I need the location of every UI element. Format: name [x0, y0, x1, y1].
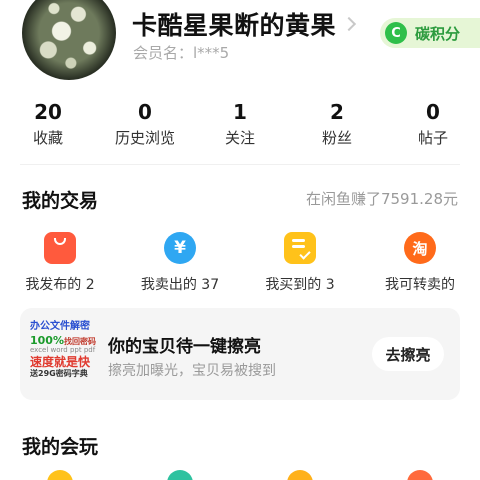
ad-line: excel word ppt pdf — [30, 346, 96, 355]
order-check-icon — [284, 232, 316, 264]
yen-icon: ¥ — [164, 232, 196, 264]
stat-value: 2 — [330, 100, 344, 124]
stat-label: 历史浏览 — [114, 129, 175, 147]
play-item-icon[interactable] — [47, 470, 73, 480]
carbon-icon: C — [385, 22, 407, 44]
chevron-right-icon — [341, 16, 357, 32]
trade-resellable[interactable]: 淘 我可转卖的 — [360, 232, 480, 294]
trade-sold[interactable]: ¥ 我卖出的 37 — [120, 232, 240, 294]
trade-label: 我卖出的 37 — [140, 277, 220, 293]
play-title: 我的会玩 — [22, 436, 99, 458]
carbon-points-label: 碳积分 — [415, 24, 461, 43]
taobao-icon: 淘 — [404, 232, 436, 264]
shopping-bag-icon — [44, 232, 76, 264]
play-item-icon[interactable] — [287, 470, 313, 480]
stats-row: 20 收藏 0 历史浏览 1 关注 2 粉丝 0 帖子 — [0, 100, 480, 152]
play-item-icon[interactable] — [167, 470, 193, 480]
avatar[interactable] — [22, 0, 116, 80]
stat-label: 收藏 — [32, 129, 63, 147]
trade-bought[interactable]: 我买到的 3 — [240, 232, 360, 294]
stat-value: 0 — [426, 100, 440, 124]
stat-favorites[interactable]: 20 收藏 — [0, 100, 98, 148]
earned-amount[interactable]: 在闲鱼赚了7591.28元 — [306, 188, 458, 209]
play-icons-row — [0, 470, 480, 480]
stat-value: 20 — [34, 100, 62, 124]
ad-line-pct: 100% — [30, 333, 64, 347]
trade-label: 我买到的 3 — [265, 277, 335, 293]
stat-posts[interactable]: 0 帖子 — [383, 100, 480, 148]
ad-line: 送29G密码字典 — [30, 368, 88, 378]
stat-following[interactable]: 1 关注 — [190, 100, 290, 148]
polish-button[interactable]: 去擦亮 — [372, 337, 444, 371]
stat-label: 帖子 — [417, 129, 448, 147]
stat-value: 1 — [233, 100, 247, 124]
polish-promo-card[interactable]: 办公文件解密 100%找回密码 excel word ppt pdf 速度就是快… — [20, 308, 460, 400]
promo-ad-image: 办公文件解密 100%找回密码 excel word ppt pdf 速度就是快… — [30, 321, 118, 388]
trade-label: 我可转卖的 — [385, 277, 455, 293]
divider — [20, 164, 460, 165]
trade-label: 我发布的 2 — [25, 277, 95, 293]
profile-name-row[interactable]: 卡酷星果断的黄果 — [132, 6, 357, 42]
promo-title: 你的宝贝待一键擦亮 — [108, 337, 261, 357]
nickname: 卡酷星果断的黄果 — [132, 11, 337, 40]
promo-subtitle: 擦亮加曝光，宝贝易被搜到 — [108, 363, 276, 379]
stat-label: 粉丝 — [321, 129, 352, 147]
trade-published[interactable]: 我发布的 2 — [0, 232, 120, 294]
ad-line: 办公文件解密 — [30, 321, 90, 332]
trades-title: 我的交易 — [22, 190, 99, 212]
ad-line: 100%找回密码 — [30, 333, 118, 347]
play-item-icon[interactable] — [407, 470, 433, 480]
member-name: 会员名：l***5 — [133, 44, 230, 62]
carbon-points-button[interactable]: C 碳积分 — [380, 18, 480, 48]
stat-value: 0 — [138, 100, 152, 124]
stat-history[interactable]: 0 历史浏览 — [95, 100, 195, 148]
stat-fans[interactable]: 2 粉丝 — [287, 100, 387, 148]
ad-line: 速度就是快 — [30, 355, 91, 370]
stat-label: 关注 — [224, 129, 255, 147]
ad-line-sub: 找回密码 — [63, 336, 96, 346]
